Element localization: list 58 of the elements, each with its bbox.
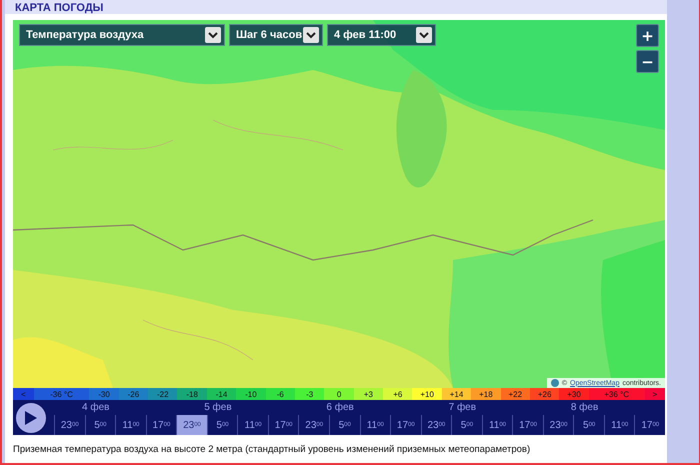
chevron-down-icon: [303, 27, 319, 43]
legend-cell: +30: [559, 388, 589, 400]
legend-cell: +10: [412, 388, 442, 400]
globe-icon: [550, 379, 559, 387]
chevron-down-icon: [416, 27, 432, 43]
legend-cell: +14: [442, 388, 472, 400]
time-slot[interactable]: 17$^{00}$: [512, 415, 543, 435]
time-slot[interactable]: 23$^{00}$: [54, 415, 85, 435]
dropdown-select[interactable]: Шаг 6 часов: [229, 24, 323, 46]
legend-cell: -30: [89, 388, 119, 400]
legend-cell: -36 °C: [34, 388, 90, 400]
legend-cell: +22: [500, 388, 530, 400]
legend-cell: +6: [383, 388, 412, 400]
time-slot[interactable]: 5$^{00}$: [573, 415, 604, 435]
time-slot[interactable]: 5$^{00}$: [206, 415, 238, 435]
time-slot[interactable]: 11$^{00}$: [360, 415, 390, 435]
play-button[interactable]: [16, 402, 46, 432]
legend-cell: -3: [294, 388, 324, 400]
legend-cell: +18: [471, 388, 501, 400]
zoom-in-button[interactable]: +: [636, 24, 659, 47]
legend-cell: -14: [206, 388, 236, 400]
dropdown-select[interactable]: Температура воздуха: [19, 24, 225, 46]
time-slot[interactable]: 5$^{00}$: [84, 415, 116, 435]
play-icon: [24, 410, 38, 426]
legend-cell: -26: [118, 388, 148, 400]
time-slot[interactable]: 23$^{00}$: [298, 415, 329, 435]
legend-cell: +26: [530, 388, 560, 400]
time-slot[interactable]: 23$^{00}$: [176, 415, 207, 435]
map-caption: Приземная температура воздуха на высоте 2 метра (стандартный уровень изменений приземных метеопараметров): [13, 444, 532, 455]
time-slot[interactable]: 17$^{00}$: [634, 415, 665, 435]
time-slot[interactable]: 23$^{00}$: [420, 415, 452, 435]
legend-cell: -10: [236, 388, 266, 400]
legend-cell: -18: [177, 388, 207, 400]
legend-cell: <: [13, 388, 34, 400]
dropdown-select[interactable]: 4 фев 11:00: [327, 24, 436, 46]
time-slot[interactable]: 11$^{00}$: [482, 415, 512, 435]
legend-cell: >: [644, 388, 666, 400]
legend-cell: +3: [354, 388, 384, 400]
zoom-out-button[interactable]: −: [636, 50, 659, 73]
legend-cell: 0: [324, 388, 354, 400]
time-slot[interactable]: 17$^{00}$: [268, 415, 298, 435]
day-label: 6 фев: [325, 401, 354, 415]
time-slot[interactable]: 17$^{00}$: [390, 415, 421, 435]
page-title: КАРТА ПОГОДЫ: [15, 2, 104, 14]
time-slot[interactable]: 11$^{00}$: [237, 415, 268, 435]
time-slot[interactable]: 5$^{00}$: [451, 415, 482, 435]
chevron-down-icon: [205, 27, 221, 43]
time-slot[interactable]: 11$^{00}$: [604, 415, 634, 435]
day-label: 4 фев: [81, 401, 110, 415]
time-slot[interactable]: 11$^{00}$: [115, 415, 146, 435]
legend-cell: -22: [148, 388, 178, 400]
time-slot[interactable]: 5$^{00}$: [328, 415, 360, 435]
legend-cell: -6: [266, 388, 295, 400]
day-label: 5 фев: [203, 401, 232, 415]
day-label: 7 фев: [448, 401, 476, 415]
time-slot[interactable]: 23$^{00}$: [542, 415, 574, 435]
day-label: 8 фев: [570, 401, 598, 415]
legend-cell: +36 °C: [588, 388, 645, 400]
